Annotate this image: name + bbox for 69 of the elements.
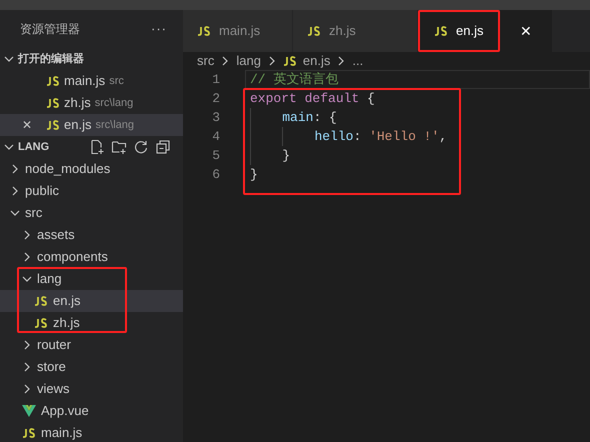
chevron-icon bbox=[22, 340, 32, 350]
tree-item[interactable]: zh.js bbox=[0, 312, 183, 334]
collapse-all-icon[interactable] bbox=[155, 139, 171, 155]
js-file-icon bbox=[307, 26, 321, 36]
code-line: } bbox=[249, 166, 259, 184]
section-header[interactable]: 打开的编辑器 bbox=[0, 48, 183, 70]
vue-file-icon bbox=[22, 405, 36, 417]
chevron-icon bbox=[22, 252, 32, 262]
new-folder-icon[interactable] bbox=[111, 139, 127, 155]
tree-item[interactable]: main.js bbox=[0, 422, 183, 442]
tree-item[interactable]: public bbox=[0, 180, 183, 202]
js-file-icon bbox=[34, 296, 48, 306]
tree-item[interactable]: node_modules bbox=[0, 158, 183, 180]
breadcrumb-item[interactable]: src bbox=[197, 50, 214, 70]
code-line: main: { bbox=[245, 108, 590, 127]
js-file-icon bbox=[46, 120, 60, 130]
editor-tab[interactable]: zh.js bbox=[293, 10, 418, 52]
open-editor-item[interactable]: main.js src bbox=[0, 70, 183, 92]
code-line: export default { bbox=[249, 90, 376, 108]
line-number: 5 bbox=[211, 146, 220, 165]
breadcrumb-separator-icon bbox=[336, 56, 346, 66]
tree-item[interactable]: components bbox=[0, 246, 183, 268]
refresh-icon[interactable] bbox=[133, 139, 149, 155]
line-number: 6 bbox=[211, 166, 220, 184]
breadcrumb-item[interactable]: ... bbox=[352, 50, 364, 70]
breadcrumb-separator-icon bbox=[220, 56, 230, 66]
chevron-icon bbox=[10, 164, 20, 174]
tree-item[interactable]: store bbox=[0, 356, 183, 378]
js-file-icon bbox=[282, 56, 297, 66]
breadcrumb-item[interactable]: lang bbox=[236, 50, 261, 70]
open-editor-item[interactable]: zh.js src\lang bbox=[0, 92, 183, 114]
open-editor-item[interactable]: ✕ en.js src\lang bbox=[0, 114, 183, 136]
close-icon[interactable]: ✕ bbox=[22, 116, 42, 134]
breadcrumb-item[interactable]: en.js bbox=[302, 50, 330, 70]
js-file-icon bbox=[46, 76, 60, 86]
code-line: } bbox=[245, 146, 590, 165]
chevron-icon bbox=[22, 230, 32, 240]
js-file-icon bbox=[34, 318, 48, 328]
explorer-title: 资源管理器 bbox=[20, 21, 80, 38]
section-header[interactable]: LANG bbox=[0, 136, 183, 158]
more-actions-button[interactable]: ··· bbox=[151, 19, 167, 39]
tree-item[interactable]: views bbox=[0, 378, 183, 400]
js-file-icon bbox=[22, 428, 36, 438]
tree-item[interactable]: assets bbox=[0, 224, 183, 246]
tree-item[interactable]: lang bbox=[0, 268, 183, 290]
editor-tab[interactable]: en.js bbox=[418, 10, 500, 52]
chevron-icon bbox=[10, 208, 20, 218]
tree-item[interactable]: App.vue bbox=[0, 400, 183, 422]
tree-item[interactable]: src bbox=[0, 202, 183, 224]
line-number: 4 bbox=[211, 128, 220, 146]
js-file-icon bbox=[197, 26, 211, 36]
js-file-icon bbox=[434, 26, 448, 36]
chevron-icon bbox=[4, 54, 14, 64]
chevron-icon bbox=[4, 142, 14, 152]
chevron-icon bbox=[22, 384, 32, 394]
js-file-icon bbox=[46, 98, 60, 108]
close-tab-button[interactable]: ✕ bbox=[500, 10, 552, 52]
chevron-icon bbox=[22, 274, 32, 284]
chevron-icon bbox=[10, 186, 20, 196]
new-file-icon[interactable] bbox=[89, 139, 105, 155]
tree-item[interactable]: en.js bbox=[0, 290, 183, 312]
tree-item[interactable]: router bbox=[0, 334, 183, 356]
chevron-icon bbox=[22, 362, 32, 372]
code-line: hello: 'Hello !', bbox=[245, 127, 590, 146]
line-number: 1 bbox=[211, 70, 220, 89]
line-number: 2 bbox=[211, 90, 220, 108]
breadcrumb-separator-icon bbox=[266, 56, 277, 66]
line-number: 3 bbox=[211, 108, 220, 127]
editor-tab[interactable]: main.js bbox=[183, 10, 293, 52]
